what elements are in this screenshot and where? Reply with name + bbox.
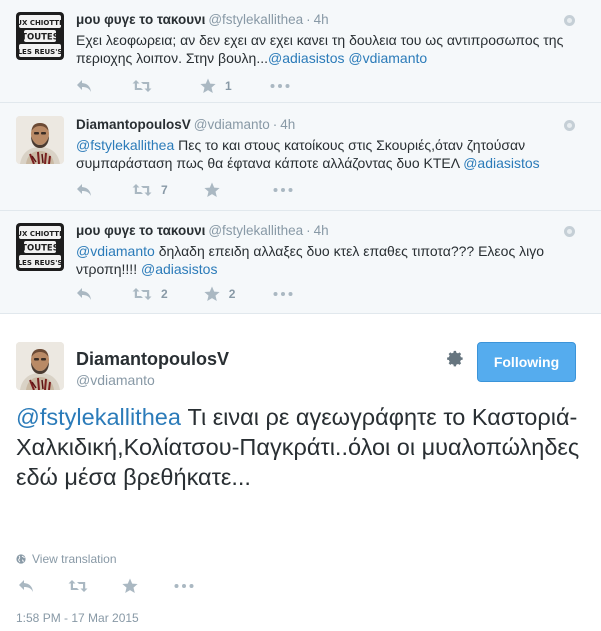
avatar-text-2: TOUTES	[21, 33, 59, 43]
more-icon	[174, 584, 194, 588]
reply-icon	[76, 287, 92, 301]
mention-link[interactable]: @adiasistos	[268, 50, 344, 66]
mention-link[interactable]: @adiasistos	[463, 155, 539, 171]
retweet-button[interactable]	[68, 579, 88, 593]
tweet-header: μου φυγε το τακουνι @fstylekallithea · 4h	[76, 223, 329, 238]
username[interactable]: @fstylekallithea	[208, 12, 303, 27]
retweet-icon	[132, 79, 152, 93]
tweet-text: @fstylekallithea Πες το και στους κατοίκ…	[76, 136, 566, 172]
avatar[interactable]: AUX CHIOTTES TOUTES LES REUS'S	[16, 223, 64, 271]
favorite-count: 1	[225, 79, 232, 93]
timestamp[interactable]: 4h	[314, 12, 329, 27]
retweet-icon	[68, 579, 88, 593]
avatar[interactable]	[16, 116, 64, 164]
retweet-count: 2	[161, 287, 168, 301]
avatar[interactable]: AUX CHIOTTES TOUTES LES REUS'S	[16, 12, 64, 60]
retweet-icon	[132, 287, 152, 301]
display-name[interactable]: μου φυγε το τακουνι	[76, 223, 205, 238]
tweet-options-icon[interactable]	[564, 15, 575, 26]
more-button[interactable]	[273, 188, 293, 192]
avatar-text-3: LES REUS'S	[18, 48, 63, 56]
reply-button[interactable]	[76, 183, 92, 197]
more-button[interactable]	[174, 584, 194, 588]
tweet-text: @fstylekallithea Τι ειναι ρε αγεωγράφητε…	[16, 402, 586, 492]
favorite-icon	[122, 578, 138, 594]
username[interactable]: @vdiamanto	[194, 117, 270, 132]
username[interactable]: @vdiamanto	[76, 372, 155, 388]
favorite-icon	[204, 286, 220, 302]
retweet-icon	[132, 183, 152, 197]
more-icon	[270, 84, 290, 88]
following-button[interactable]: Following	[477, 342, 576, 382]
favorite-button[interactable]: 2	[204, 286, 236, 302]
display-name[interactable]: DiamantopoulosV	[76, 349, 229, 370]
view-translation-link[interactable]: View translation	[16, 552, 117, 566]
retweet-count: 7	[161, 183, 168, 197]
thread-tweet[interactable]: DiamantopoulosV @vdiamanto · 4h @fstylekall…	[0, 103, 601, 211]
gear-icon[interactable]	[444, 348, 466, 370]
tweet-actions: 2 2	[76, 286, 293, 302]
timestamp[interactable]: 4h	[314, 223, 329, 238]
mention-link[interactable]: @vdiamanto	[76, 243, 155, 259]
tweet-text: Εχει λεοφωρεια; αν δεν εχει αν εχει κανε…	[76, 31, 566, 67]
timestamp[interactable]: 4h	[280, 117, 295, 132]
reply-button[interactable]	[76, 79, 92, 93]
separator: ·	[306, 12, 311, 27]
tweet-options-icon[interactable]	[564, 120, 575, 131]
favorite-button[interactable]	[204, 182, 229, 198]
retweet-button[interactable]: 2	[132, 287, 168, 301]
more-icon	[273, 292, 293, 296]
tweet-actions: 1	[76, 78, 290, 94]
avatar-photo	[16, 116, 64, 164]
permalink-tweet: DiamantopoulosV @vdiamanto Following @fs…	[0, 314, 601, 631]
mention-link[interactable]: @adiasistos	[141, 261, 217, 277]
username[interactable]: @fstylekallithea	[208, 223, 303, 238]
mention-link[interactable]: @vdiamanto	[348, 50, 427, 66]
tweet-actions	[18, 578, 194, 594]
tweet-actions: 7	[76, 182, 293, 198]
avatar-text-1: AUX CHIOTTES	[16, 19, 64, 27]
favorite-button[interactable]	[122, 578, 138, 594]
avatar-photo	[16, 342, 64, 390]
avatar[interactable]	[16, 342, 64, 390]
globe-icon	[16, 554, 26, 564]
tweet-text: @vdiamanto δηλαδη επειδη αλλαξες δυο κτε…	[76, 242, 566, 278]
thread-tweet[interactable]: AUX CHIOTTES TOUTES LES REUS'S μου φυγε …	[0, 211, 601, 314]
more-button[interactable]	[273, 292, 293, 296]
avatar-text-1: AUX CHIOTTES	[16, 230, 64, 238]
more-icon	[273, 188, 293, 192]
thread-tweet[interactable]: AUX CHIOTTES TOUTES LES REUS'S μου φυγε …	[0, 0, 601, 103]
display-name[interactable]: μου φυγε το τακουνι	[76, 12, 205, 27]
reply-icon	[18, 579, 34, 593]
mention-link[interactable]: @fstylekallithea	[76, 137, 174, 153]
display-name[interactable]: DiamantopoulosV	[76, 117, 191, 132]
separator: ·	[306, 223, 311, 238]
separator: ·	[272, 117, 278, 132]
reply-button[interactable]	[76, 287, 92, 301]
view-translation-label[interactable]: View translation	[32, 552, 117, 566]
reply-icon	[76, 79, 92, 93]
reply-button[interactable]	[18, 579, 34, 593]
tweet-header: μου φυγε το τακουνι @fstylekallithea · 4h	[76, 12, 329, 27]
favorite-count: 2	[228, 287, 236, 301]
avatar-text-3: LES REUS'S	[18, 259, 63, 267]
tweet-options-icon[interactable]	[564, 226, 575, 237]
mention-link[interactable]: @fstylekallithea	[16, 404, 181, 430]
avatar-text-2: TOUTES	[21, 244, 59, 254]
more-button[interactable]	[270, 84, 290, 88]
tweet-header: DiamantopoulosV @vdiamanto · 4h	[76, 117, 295, 132]
reply-icon	[76, 183, 92, 197]
favorite-button[interactable]: 1	[200, 78, 232, 94]
tweet-timestamp[interactable]: 1:58 PM - 17 Mar 2015	[16, 611, 139, 625]
retweet-button[interactable]	[132, 79, 161, 93]
favorite-icon	[200, 78, 216, 94]
retweet-button[interactable]: 7	[132, 183, 168, 197]
favorite-icon	[204, 182, 220, 198]
